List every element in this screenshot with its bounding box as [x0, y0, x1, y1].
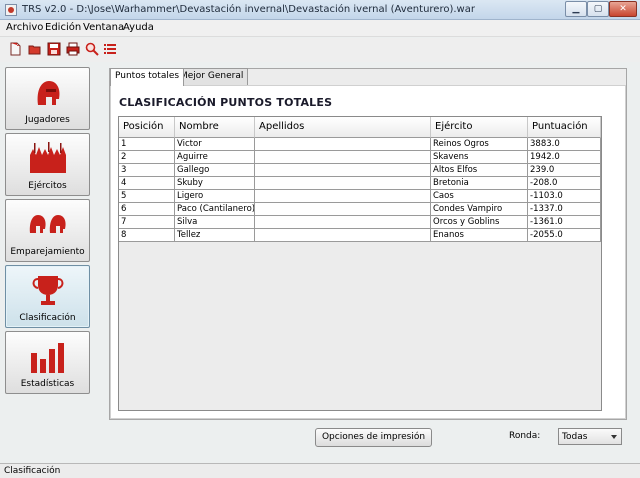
chevron-down-icon: [611, 435, 617, 439]
cell-puntuacion: -208.0: [528, 177, 601, 190]
close-button[interactable]: ✕: [609, 1, 637, 17]
nav-emparejamiento[interactable]: Emparejamiento: [5, 199, 90, 262]
cell-posicion: 3: [119, 164, 175, 177]
app-icon: [5, 4, 17, 16]
list-icon[interactable]: [103, 42, 117, 56]
cell-puntuacion: 3883.0: [528, 138, 601, 151]
column-header-puntuacion[interactable]: Puntuación: [528, 117, 601, 138]
nav-estadisticas[interactable]: Estadísticas: [5, 331, 90, 394]
table-row[interactable]: 2 Aguirre Skavens 1942.0: [119, 151, 601, 164]
ronda-select-value: Todas: [562, 432, 588, 442]
cell-ejercito: Altos Elfos: [431, 164, 528, 177]
cell-nombre: Skuby: [175, 177, 255, 190]
cell-puntuacion: -2055.0: [528, 229, 601, 242]
cell-posicion: 7: [119, 216, 175, 229]
menu-edicion[interactable]: Edición: [45, 22, 81, 33]
cell-puntuacion: -1103.0: [528, 190, 601, 203]
nav-jugadores[interactable]: Jugadores: [5, 67, 90, 130]
cell-ejercito: Bretonia: [431, 177, 528, 190]
cell-posicion: 4: [119, 177, 175, 190]
ronda-label: Ronda:: [509, 431, 541, 441]
trophy-icon: [32, 276, 64, 305]
print-icon[interactable]: [66, 42, 80, 56]
menu-bar: Archivo Edición Ventana Ayuda: [0, 20, 640, 37]
table-row[interactable]: 4 Skuby Bretonia -208.0: [119, 177, 601, 190]
table-row[interactable]: 8 Tellez Enanos -2055.0: [119, 229, 601, 242]
tab-puntos-totales[interactable]: Puntos totales: [110, 68, 185, 86]
pairing-icon: [29, 215, 66, 233]
cell-posicion: 5: [119, 190, 175, 203]
minimize-button[interactable]: ▁: [565, 1, 587, 17]
nav-label: Emparejamiento: [10, 247, 85, 257]
bar-chart-icon: [31, 343, 64, 373]
nav-label: Estadísticas: [20, 379, 75, 389]
column-header-posicion[interactable]: Posición: [119, 117, 175, 138]
maximize-button[interactable]: ▢: [587, 1, 609, 17]
cell-nombre: Ligero: [175, 190, 255, 203]
cell-ejercito: Enanos: [431, 229, 528, 242]
nav-label: Ejércitos: [28, 181, 67, 191]
column-header-apellidos[interactable]: Apellidos: [255, 117, 431, 138]
cell-posicion: 2: [119, 151, 175, 164]
toolbar: [0, 38, 640, 62]
cell-nombre: Victor: [175, 138, 255, 151]
save-icon[interactable]: [47, 42, 61, 56]
cell-puntuacion: 239.0: [528, 164, 601, 177]
menu-ventana[interactable]: Ventana: [83, 22, 124, 33]
cell-puntuacion: -1337.0: [528, 203, 601, 216]
cell-apellidos: [255, 229, 431, 242]
cell-apellidos: [255, 151, 431, 164]
status-bar: Clasificación: [0, 463, 640, 478]
cell-posicion: 1: [119, 138, 175, 151]
cell-ejercito: Reinos Ogros: [431, 138, 528, 151]
column-header-ejercito[interactable]: Ejército: [431, 117, 528, 138]
ronda-select[interactable]: Todas: [558, 428, 622, 445]
print-options-button[interactable]: Opciones de impresión: [315, 428, 432, 447]
cell-ejercito: Caos: [431, 190, 528, 203]
search-icon[interactable]: [85, 42, 99, 56]
table-row[interactable]: 3 Gallego Altos Elfos 239.0: [119, 164, 601, 177]
cell-ejercito: Skavens: [431, 151, 528, 164]
table-row[interactable]: 5 Ligero Caos -1103.0: [119, 190, 601, 203]
open-icon[interactable]: [28, 42, 42, 56]
tab-mejor-general[interactable]: Mejor General: [175, 68, 249, 85]
title-bar: TRS v2.0 - D:\Jose\Warhammer\Devastación…: [0, 0, 640, 20]
cell-nombre: Gallego: [175, 164, 255, 177]
cell-nombre: Tellez: [175, 229, 255, 242]
cell-apellidos: [255, 216, 431, 229]
cell-posicion: 6: [119, 203, 175, 216]
menu-ayuda[interactable]: Ayuda: [123, 22, 154, 33]
cell-ejercito: Orcos y Goblins: [431, 216, 528, 229]
army-icon: [30, 142, 66, 173]
cell-puntuacion: 1942.0: [528, 151, 601, 164]
helmet-icon: [37, 81, 60, 105]
table-row[interactable]: 6 Paco (Cantilanero) Condes Vampiro -1337.0: [119, 203, 601, 216]
cell-posicion: 8: [119, 229, 175, 242]
table-row[interactable]: 7 Silva Orcos y Goblins -1361.0: [119, 216, 601, 229]
cell-nombre: Paco (Cantilanero): [177, 203, 255, 216]
table-row[interactable]: 1 Victor Reinos Ogros 3883.0: [119, 138, 601, 151]
nav-clasificacion[interactable]: Clasificación: [5, 265, 90, 328]
cell-apellidos: [255, 164, 431, 177]
cell-apellidos: [255, 177, 431, 190]
nav-label: Clasificación: [19, 313, 76, 323]
cell-puntuacion: -1361.0: [528, 216, 601, 229]
cell-apellidos: [255, 138, 431, 151]
new-icon[interactable]: [8, 42, 22, 56]
cell-apellidos: [255, 190, 431, 203]
column-header-nombre[interactable]: Nombre: [175, 117, 255, 138]
ranking-table: Posición Nombre Apellidos Ejército Puntu…: [118, 116, 602, 411]
window-title: TRS v2.0 - D:\Jose\Warhammer\Devastación…: [22, 4, 475, 15]
menu-archivo[interactable]: Archivo: [6, 22, 43, 33]
cell-nombre: Silva: [175, 216, 255, 229]
cell-ejercito: Condes Vampiro: [431, 203, 528, 216]
cell-apellidos: [255, 203, 431, 216]
cell-nombre: Aguirre: [175, 151, 255, 164]
page-title: CLASIFICACIÓN PUNTOS TOTALES: [119, 96, 333, 109]
nav-label: Jugadores: [25, 115, 70, 125]
nav-ejercitos[interactable]: Ejércitos: [5, 133, 90, 196]
